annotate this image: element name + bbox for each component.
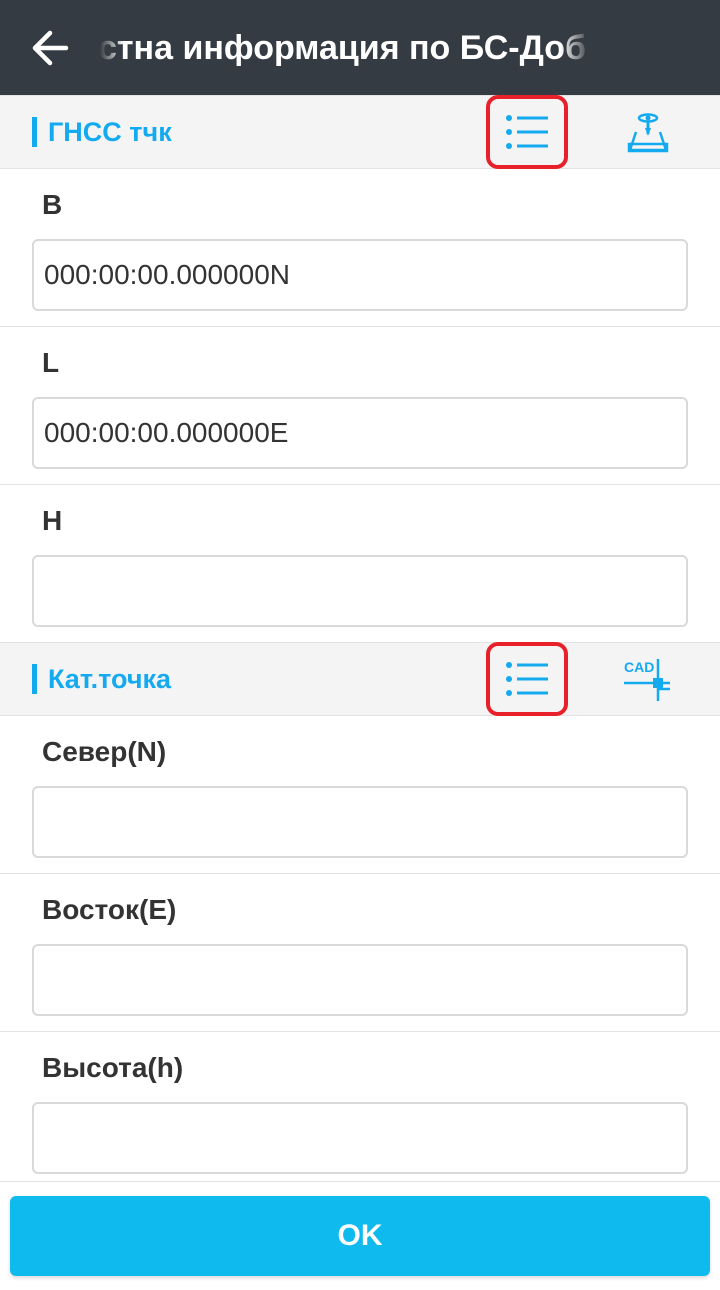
gnss-point-button[interactable] xyxy=(608,96,688,168)
gnss-list-button[interactable] xyxy=(486,95,568,169)
title-fade-right xyxy=(560,0,590,96)
cad-icon: CAD xyxy=(624,659,670,701)
field-height-label: Высота(h) xyxy=(42,1052,184,1083)
field-height: Высота(h) xyxy=(0,1032,720,1182)
cad-point-button[interactable]: CAD xyxy=(608,643,688,715)
title-fade-left xyxy=(100,0,124,96)
cad-section-header: Кат.точка CAD xyxy=(0,642,720,716)
field-b: B xyxy=(0,169,720,327)
field-height-input[interactable] xyxy=(32,1102,688,1174)
page-title: стна информация по БС-Доб xyxy=(100,28,587,67)
field-north-input[interactable] xyxy=(32,786,688,858)
back-button[interactable] xyxy=(22,22,78,74)
field-h-input[interactable] xyxy=(32,555,688,627)
gnss-section-header: ГНСС тчк xyxy=(0,95,720,169)
field-h: H xyxy=(0,485,720,643)
cad-badge: CAD xyxy=(624,659,654,675)
arrow-left-icon xyxy=(32,30,69,66)
section-accent-bar xyxy=(32,664,37,694)
field-north: Север(N) xyxy=(0,716,720,874)
field-east: Восток(E) xyxy=(0,874,720,1032)
ok-button[interactable]: OK xyxy=(10,1196,710,1276)
field-l: L xyxy=(0,327,720,485)
field-b-label: B xyxy=(42,189,63,220)
page-title-container: стна информация по БС-Доб xyxy=(100,0,590,96)
field-north-label: Север(N) xyxy=(42,736,167,767)
cad-section-title: Кат.точка xyxy=(48,664,172,694)
app-bar: стна информация по БС-Доб xyxy=(0,0,720,96)
list-icon xyxy=(506,662,548,696)
gnss-section-title: ГНСС тчк xyxy=(48,117,172,147)
field-b-input[interactable] xyxy=(32,239,688,311)
list-icon xyxy=(506,115,548,149)
cad-list-button[interactable] xyxy=(486,642,568,716)
field-l-input[interactable] xyxy=(32,397,688,469)
gnss-point-icon xyxy=(627,113,669,153)
field-l-label: L xyxy=(42,347,60,378)
field-east-input[interactable] xyxy=(32,944,688,1016)
field-h-label: H xyxy=(42,505,63,536)
field-east-label: Восток(E) xyxy=(42,894,177,925)
section-accent-bar xyxy=(32,117,37,147)
